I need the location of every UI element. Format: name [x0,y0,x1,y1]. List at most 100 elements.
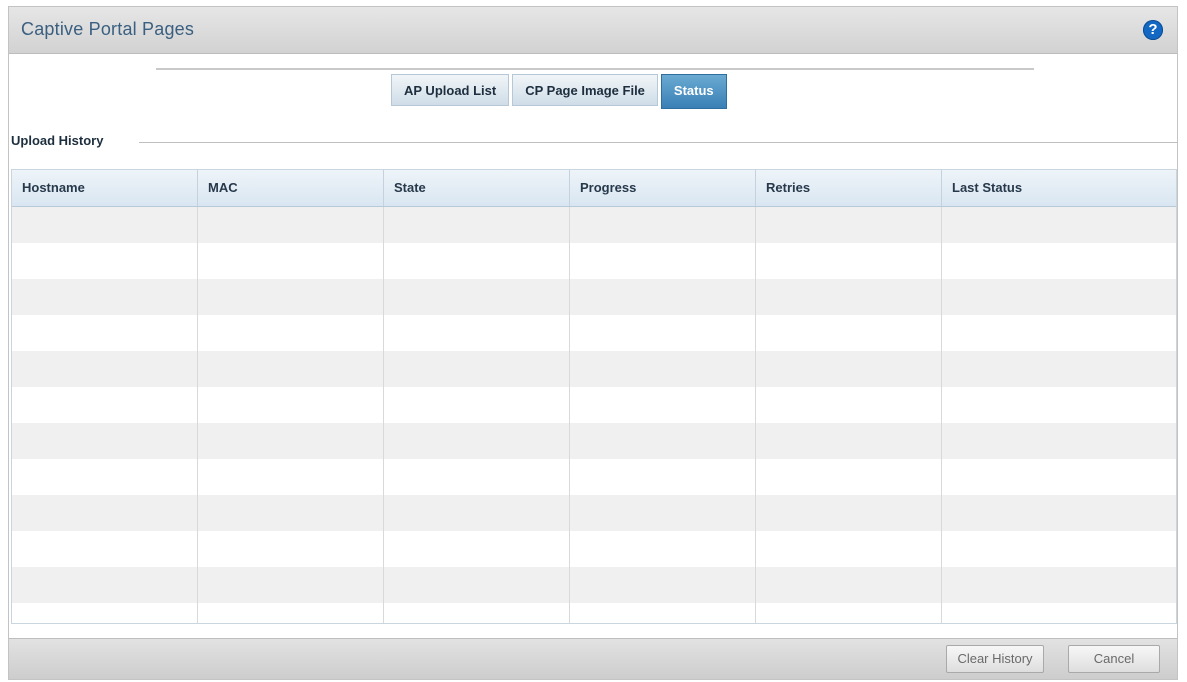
table-cell [570,279,756,315]
upload-history-table: Hostname MAC State Progress Retries Last… [11,169,1177,624]
table-cell [756,387,942,423]
table-cell [198,567,384,603]
table-cell [12,207,198,243]
page-title: Captive Portal Pages [21,19,195,39]
table-cell [12,567,198,603]
table-row [12,207,1176,243]
table-cell [12,315,198,351]
column-header-hostname[interactable]: Hostname [12,170,198,206]
upload-history-label: Upload History [11,133,104,148]
table-cell [756,459,942,495]
table-cell [12,459,198,495]
table-cell [756,279,942,315]
table-cell [12,495,198,531]
table-row [12,315,1176,351]
table-cell [12,603,198,623]
table-cell [942,243,1176,279]
table-row [12,279,1176,315]
table-row [12,603,1176,623]
table-cell [12,279,198,315]
table-cell [570,315,756,351]
table-cell [756,207,942,243]
table-cell [198,243,384,279]
table-cell [570,459,756,495]
table-cell [756,423,942,459]
table-cell [942,279,1176,315]
table-cell [384,387,570,423]
clear-history-button[interactable]: Clear History [946,645,1044,673]
table-cell [384,315,570,351]
table-row [12,567,1176,603]
table-row [12,243,1176,279]
table-cell [198,459,384,495]
column-header-mac[interactable]: MAC [198,170,384,206]
table-row [12,495,1176,531]
table-cell [570,351,756,387]
table-cell [756,603,942,623]
table-cell [942,603,1176,623]
table-cell [570,243,756,279]
table-cell [570,423,756,459]
table-cell [756,495,942,531]
table-cell [12,243,198,279]
table-cell [570,567,756,603]
table-cell [12,387,198,423]
table-cell [384,423,570,459]
tab-divider [156,68,1034,70]
table-cell [570,495,756,531]
tab-status[interactable]: Status [660,74,727,109]
table-cell [942,459,1176,495]
table-cell [198,315,384,351]
table-cell [570,207,756,243]
panel-titlebar: Captive Portal Pages ? [9,7,1177,54]
table-cell [12,351,198,387]
table-row [12,423,1176,459]
table-body [12,207,1176,623]
tab-bar: AP Upload List CP Page Image File Status [391,74,730,109]
table-cell [198,351,384,387]
table-cell [942,351,1176,387]
table-cell [570,387,756,423]
table-cell [384,207,570,243]
table-cell [384,459,570,495]
table-cell [198,603,384,623]
table-cell [198,423,384,459]
table-cell [384,243,570,279]
column-header-progress[interactable]: Progress [570,170,756,206]
table-cell [756,567,942,603]
table-cell [384,351,570,387]
column-header-state[interactable]: State [384,170,570,206]
help-icon[interactable]: ? [1143,20,1163,40]
table-cell [942,423,1176,459]
cancel-button[interactable]: Cancel [1068,645,1160,673]
table-cell [384,279,570,315]
table-cell [942,531,1176,567]
table-cell [942,495,1176,531]
table-row [12,387,1176,423]
table-cell [570,531,756,567]
column-header-last-status[interactable]: Last Status [942,170,1176,206]
table-cell [198,207,384,243]
table-cell [198,495,384,531]
table-cell [942,567,1176,603]
captive-portal-pages-panel: Captive Portal Pages ? AP Upload List CP… [8,6,1178,680]
table-cell [942,387,1176,423]
tab-ap-upload-list[interactable]: AP Upload List [391,74,510,106]
column-header-retries[interactable]: Retries [756,170,942,206]
panel-footer: Clear History Cancel [9,638,1177,679]
table-cell [198,387,384,423]
table-cell [756,351,942,387]
table-cell [198,531,384,567]
table-cell [942,207,1176,243]
tab-cp-page-image-file[interactable]: CP Page Image File [512,74,658,106]
table-row [12,531,1176,567]
table-cell [198,279,384,315]
table-header: Hostname MAC State Progress Retries Last… [12,170,1176,207]
table-cell [756,315,942,351]
table-cell [570,603,756,623]
table-cell [384,567,570,603]
table-cell [756,531,942,567]
table-cell [942,315,1176,351]
table-cell [384,495,570,531]
table-row [12,459,1176,495]
